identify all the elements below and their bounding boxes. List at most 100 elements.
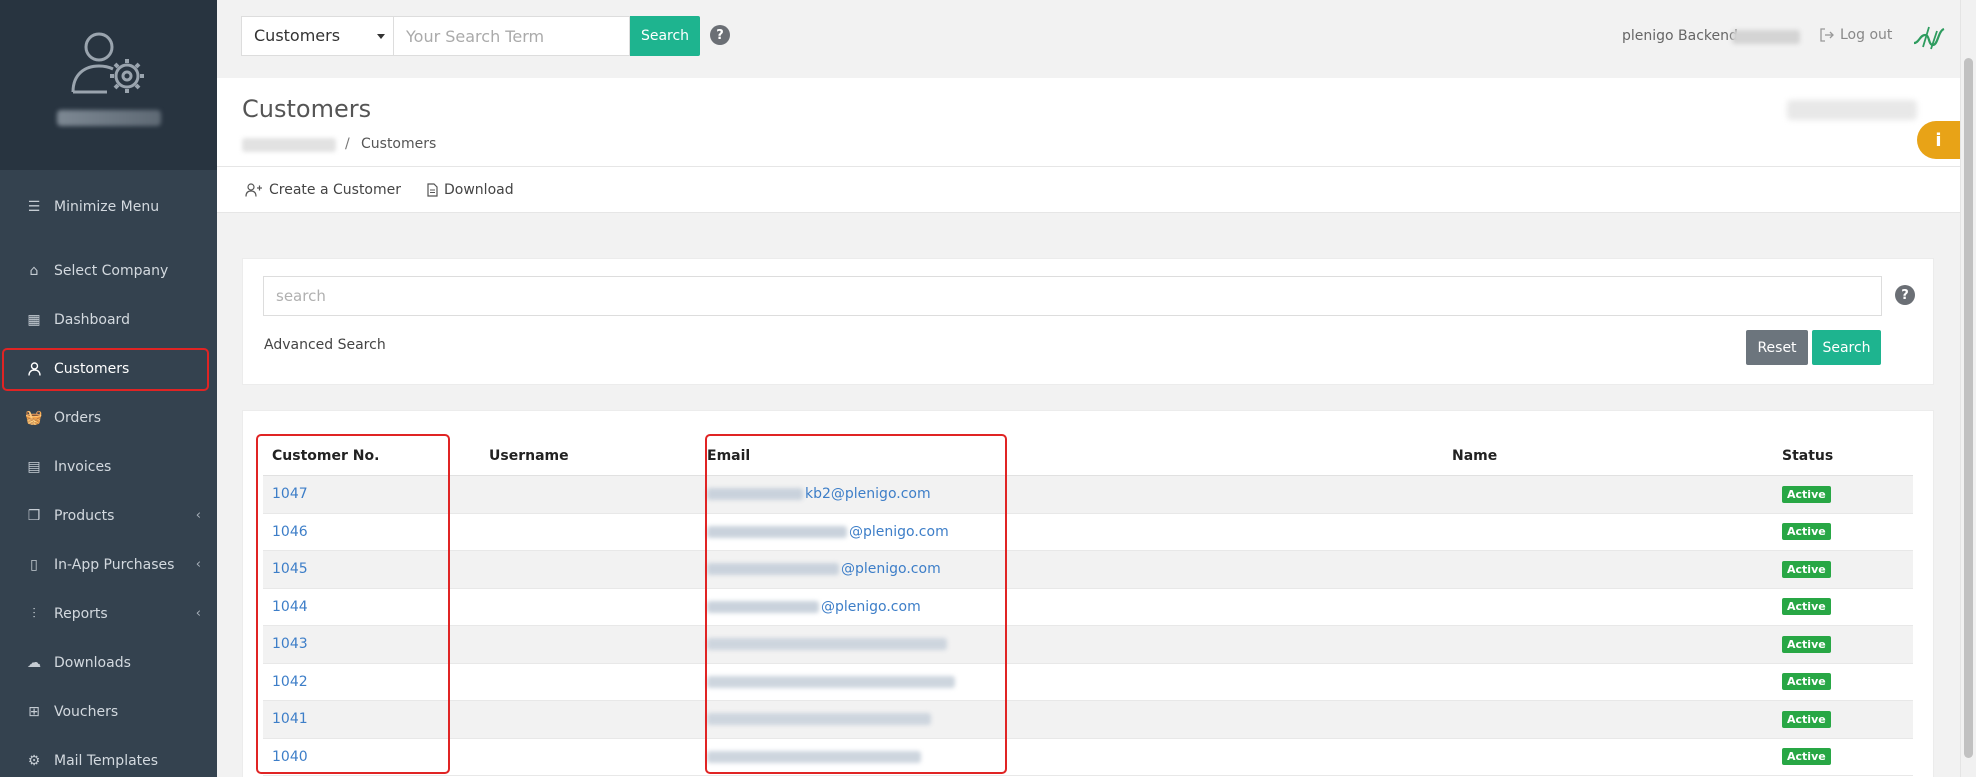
status-badge: Active <box>1782 523 1831 541</box>
status-badge: Active <box>1782 673 1831 691</box>
topbar: Customers Search ? plenigo Backend Log o… <box>217 0 1960 78</box>
breadcrumb-company-blurred[interactable] <box>242 138 336 152</box>
customers-table: Customer No. Username Email Name Status … <box>263 436 1913 776</box>
search-help-icon[interactable]: ? <box>1895 285 1915 305</box>
sidebar-item-orders[interactable]: 🧺 Orders <box>0 393 217 442</box>
sidebar-item-label: Downloads <box>54 654 131 671</box>
logout-link[interactable]: Log out <box>1820 27 1892 43</box>
page-scrollbar[interactable] <box>1960 0 1976 777</box>
sidebar-item-downloads[interactable]: ☁ Downloads <box>0 638 217 687</box>
user-settings-icon <box>71 32 144 94</box>
sidebar: ☰ Minimize Menu ⌂ Select Company ▦ Dashb… <box>0 0 217 777</box>
sidebar-item-label: Mail Templates <box>54 752 159 769</box>
sidebar-item-vouchers[interactable]: ⊞ Vouchers <box>0 687 217 736</box>
plenigo-logo-icon[interactable] <box>1911 21 1947 53</box>
sidebar-item-invoices[interactable]: ▤ Invoices <box>0 442 217 491</box>
reset-button[interactable]: Reset <box>1746 330 1808 365</box>
sidebar-item-dashboard[interactable]: ▦ Dashboard <box>0 295 217 344</box>
search-panel: ? Advanced Search Reset Search <box>242 258 1934 385</box>
table-row[interactable]: 1041 Active <box>263 701 1913 739</box>
table-row[interactable]: 1044 @plenigo.com Active <box>263 589 1913 626</box>
table-row[interactable]: 1045 @plenigo.com Active <box>263 551 1913 589</box>
gift-icon: ⊞ <box>28 703 40 720</box>
status-badge: Active <box>1782 598 1831 616</box>
sidebar-item-minimize-menu[interactable]: ☰ Minimize Menu <box>0 182 217 231</box>
global-search-input[interactable] <box>393 16 630 56</box>
sidebar-item-label: Invoices <box>54 458 112 475</box>
hamburger-icon: ☰ <box>27 198 41 215</box>
header-name[interactable]: Name <box>1452 448 1782 464</box>
gears-icon: ⚙ <box>27 752 41 769</box>
phone-icon: ▯ <box>30 556 38 573</box>
sidebar-item-label: Minimize Menu <box>54 198 160 215</box>
sidebar-item-label: Select Company <box>54 262 169 279</box>
sidebar-item-label: In-App Purchases <box>54 556 175 573</box>
box-icon: ❒ <box>27 507 41 524</box>
sidebar-item-reports[interactable]: ⫶ Reports ‹ <box>0 589 217 638</box>
table-row[interactable]: 1040 Active <box>263 739 1913 776</box>
table-body: 1047 kb2@plenigo.com Active 1046 @plenig… <box>263 476 1913 776</box>
help-icon[interactable]: ? <box>710 25 730 45</box>
backend-version-blurred <box>1732 30 1800 44</box>
chevron-left-icon: ‹ <box>195 508 201 523</box>
search-button[interactable]: Search <box>1812 330 1881 365</box>
cloud-download-icon: ☁ <box>27 654 41 671</box>
caret-down-icon <box>377 34 385 39</box>
info-icon[interactable]: i <box>1917 121 1960 159</box>
chevron-left-icon: ‹ <box>195 606 201 621</box>
sidebar-menu: ☰ Minimize Menu ⌂ Select Company ▦ Dashb… <box>0 170 217 777</box>
sidebar-item-label: Dashboard <box>54 311 130 328</box>
create-customer-button[interactable]: Create a Customer <box>245 182 401 198</box>
sidebar-item-label: Orders <box>54 409 102 426</box>
breadcrumb-current: Customers <box>361 136 437 152</box>
download-label: Download <box>444 181 514 198</box>
table-row[interactable]: 1042 Active <box>263 664 1913 701</box>
add-user-icon <box>245 182 262 197</box>
document-icon: ▤ <box>27 458 41 475</box>
sidebar-item-in-app-purchases[interactable]: ▯ In-App Purchases ‹ <box>0 540 217 589</box>
file-icon <box>427 182 438 197</box>
entity-select-value: Customers <box>254 26 341 45</box>
customer-search-input[interactable] <box>263 276 1882 316</box>
status-badge: Active <box>1782 748 1831 766</box>
header-username[interactable]: Username <box>489 448 707 464</box>
status-badge: Active <box>1782 635 1831 653</box>
customers-table-panel: Customer No. Username Email Name Status … <box>242 410 1934 777</box>
sidebar-item-products[interactable]: ❒ Products ‹ <box>0 491 217 540</box>
sidebar-item-label: Vouchers <box>54 703 119 720</box>
header-status[interactable]: Status <box>1782 448 1912 464</box>
page-header: Customers / Customers <box>217 78 1960 167</box>
basket-icon: 🧺 <box>25 409 43 426</box>
sidebar-item-label: Products <box>54 507 115 524</box>
entity-select[interactable]: Customers <box>241 16 393 56</box>
create-customer-label: Create a Customer <box>269 181 402 198</box>
highlight-box-customer-no <box>256 434 450 774</box>
breadcrumb-separator: / <box>345 136 350 152</box>
highlight-box <box>2 348 209 391</box>
grid-icon: ▦ <box>27 311 41 328</box>
status-badge: Active <box>1782 560 1831 578</box>
header-right-blurred <box>1787 100 1917 120</box>
advanced-search-link[interactable]: Advanced Search <box>264 337 386 353</box>
user-name-blurred <box>56 110 161 126</box>
chart-icon: ⫶ <box>32 605 36 622</box>
table-row[interactable]: 1047 kb2@plenigo.com Active <box>263 476 1913 514</box>
sidebar-item-select-company[interactable]: ⌂ Select Company <box>0 246 217 295</box>
sidebar-item-customers[interactable]: Customers <box>0 344 217 393</box>
table-header: Customer No. Username Email Name Status <box>263 436 1913 476</box>
logout-icon <box>1820 28 1834 42</box>
status-badge: Active <box>1782 710 1831 728</box>
logout-label: Log out <box>1840 27 1893 43</box>
sidebar-item-mail-templates[interactable]: ⚙ Mail Templates <box>0 736 217 777</box>
sidebar-item-label: Reports <box>54 605 108 622</box>
page-title: Customers <box>242 95 372 123</box>
highlight-box-email <box>705 434 1007 774</box>
table-row[interactable]: 1043 Active <box>263 626 1913 664</box>
download-button[interactable]: Download <box>427 182 514 198</box>
home-icon: ⌂ <box>29 262 39 279</box>
global-search-button[interactable]: Search <box>630 16 700 56</box>
scrollbar-thumb[interactable] <box>1964 58 1973 758</box>
sidebar-profile <box>0 0 217 170</box>
action-bar: Create a Customer Download <box>217 167 1960 213</box>
table-row[interactable]: 1046 @plenigo.com Active <box>263 514 1913 551</box>
